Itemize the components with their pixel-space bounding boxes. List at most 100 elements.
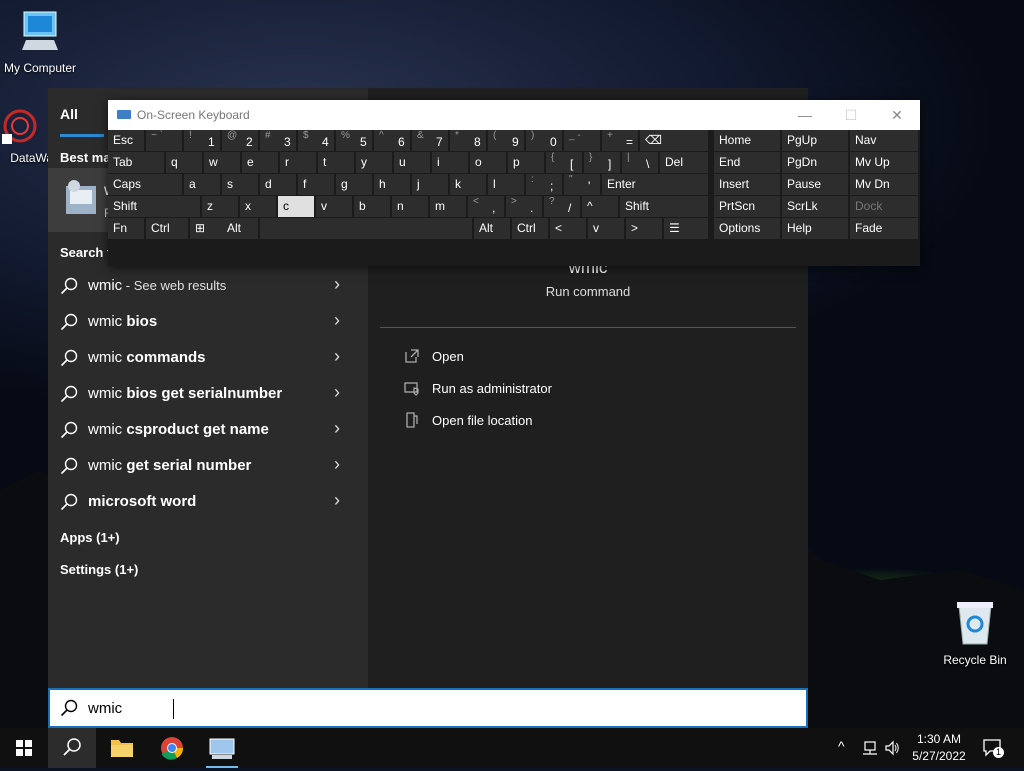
osk-key[interactable]: < — [550, 218, 586, 239]
osk-key[interactable]: >. — [506, 196, 542, 217]
osk-key[interactable]: j — [412, 174, 448, 195]
osk-key[interactable]: ScrLk — [782, 196, 848, 217]
osk-key[interactable]: g — [336, 174, 372, 195]
search-suggestion[interactable]: wmic bios › — [48, 304, 368, 340]
chrome-button[interactable] — [148, 728, 196, 768]
osk-key[interactable]: & 7 — [412, 130, 448, 151]
chevron-right-icon[interactable]: › — [334, 454, 340, 475]
search-suggestion[interactable]: microsoft word › — [48, 484, 368, 520]
tab-all[interactable]: All — [60, 106, 78, 122]
osk-key[interactable]: p — [508, 152, 544, 173]
on-screen-keyboard-taskbar-button[interactable] — [198, 728, 246, 768]
minimize-button[interactable]: — — [782, 100, 828, 130]
osk-key[interactable]: n — [392, 196, 428, 217]
osk-key[interactable]: Mv Up — [850, 152, 918, 173]
osk-key[interactable]: :; — [526, 174, 562, 195]
osk-title-bar[interactable]: On-Screen Keyboard — ☐ ✕ — [108, 100, 920, 130]
osk-key[interactable]: ⌫ — [640, 130, 708, 151]
osk-key[interactable]: b — [354, 196, 390, 217]
osk-key[interactable]: _ - — [564, 130, 600, 151]
osk-key[interactable]: i — [432, 152, 468, 173]
search-suggestion[interactable]: wmic csproduct get name › — [48, 412, 368, 448]
desktop-icon-recycle-bin[interactable]: Recycle Bin — [935, 600, 1015, 667]
clock-time[interactable]: 1:30 AM — [904, 732, 974, 746]
osk-key[interactable]: k — [450, 174, 486, 195]
osk-key[interactable]: | \ — [622, 152, 658, 173]
osk-key[interactable]: Ctrl — [512, 218, 548, 239]
osk-key[interactable]: Esc — [108, 130, 144, 151]
osk-key[interactable]: Tab — [108, 152, 164, 173]
osk-key[interactable]: ^ — [582, 196, 618, 217]
network-icon[interactable] — [862, 740, 878, 756]
osk-key[interactable]: ! 1 — [184, 130, 220, 151]
osk-key[interactable]: ⊞ — [190, 218, 226, 239]
desktop-icon-my-computer[interactable]: My Computer — [0, 10, 80, 75]
osk-key[interactable]: Alt — [474, 218, 510, 239]
osk-key[interactable]: z — [202, 196, 238, 217]
chevron-right-icon[interactable]: › — [334, 418, 340, 439]
osk-key[interactable]: e — [242, 152, 278, 173]
osk-key[interactable]: Dock — [850, 196, 918, 217]
osk-key[interactable]: t — [318, 152, 354, 173]
osk-key[interactable]: > — [626, 218, 662, 239]
osk-key[interactable]: v — [316, 196, 352, 217]
osk-key[interactable] — [260, 218, 472, 239]
notification-center-button[interactable]: 1 — [982, 737, 1004, 759]
osk-key[interactable]: " ' — [564, 174, 600, 195]
chevron-up-icon[interactable]: ^ — [838, 738, 845, 754]
osk-key[interactable]: Mv Dn — [850, 174, 918, 195]
osk-key[interactable]: m — [430, 196, 466, 217]
osk-key[interactable]: f — [298, 174, 334, 195]
osk-key[interactable]: + = — [602, 130, 638, 151]
osk-key[interactable]: Home — [714, 130, 780, 151]
maximize-button[interactable]: ☐ — [828, 100, 874, 130]
osk-key[interactable]: l — [488, 174, 524, 195]
osk-key[interactable]: PrtScn — [714, 196, 780, 217]
search-suggestion[interactable]: wmic - See web results › — [48, 268, 368, 304]
chevron-right-icon[interactable]: › — [334, 490, 340, 511]
osk-key[interactable]: (9 — [488, 130, 524, 151]
osk-key[interactable]: Options — [714, 218, 780, 239]
osk-key[interactable]: ? / — [544, 196, 580, 217]
file-explorer-button[interactable] — [98, 728, 146, 768]
osk-key[interactable]: Nav — [850, 130, 918, 151]
osk-key[interactable]: q — [166, 152, 202, 173]
search-suggestion[interactable]: wmic get serial number › — [48, 448, 368, 484]
chevron-right-icon[interactable]: › — [334, 274, 340, 295]
osk-key[interactable]: r — [280, 152, 316, 173]
osk-key[interactable]: Ctrl — [146, 218, 188, 239]
clock-date[interactable]: 5/27/2022 — [904, 749, 974, 763]
osk-key[interactable]: o — [470, 152, 506, 173]
osk-key[interactable]: Shift — [620, 196, 708, 217]
osk-key[interactable]: }] — [584, 152, 620, 173]
close-button[interactable]: ✕ — [874, 100, 920, 130]
osk-key[interactable]: ^ 6 — [374, 130, 410, 151]
osk-key[interactable]: End — [714, 152, 780, 173]
osk-key[interactable]: c — [278, 196, 314, 217]
osk-key[interactable]: PgUp — [782, 130, 848, 151]
osk-key[interactable]: ☰ — [664, 218, 708, 239]
chevron-right-icon[interactable]: › — [334, 382, 340, 403]
search-suggestion[interactable]: wmic commands › — [48, 340, 368, 376]
search-taskbar-button[interactable] — [48, 728, 96, 768]
osk-key[interactable]: v — [588, 218, 624, 239]
osk-key[interactable]: Enter — [602, 174, 708, 195]
osk-key[interactable]: h — [374, 174, 410, 195]
osk-key[interactable]: w — [204, 152, 240, 173]
osk-key[interactable]: d — [260, 174, 296, 195]
osk-key[interactable]: y — [356, 152, 392, 173]
osk-key[interactable]: PgDn — [782, 152, 848, 173]
settings-group-header[interactable]: Settings (1+) — [60, 562, 138, 577]
osk-key[interactable]: * 8 — [450, 130, 486, 151]
osk-key[interactable]: Pause — [782, 174, 848, 195]
osk-key[interactable]: Caps — [108, 174, 182, 195]
osk-key[interactable]: Fade — [850, 218, 918, 239]
osk-key[interactable]: s — [222, 174, 258, 195]
osk-key[interactable]: a — [184, 174, 220, 195]
osk-key[interactable]: ) 0 — [526, 130, 562, 151]
osk-key[interactable]: {[ — [546, 152, 582, 173]
osk-key[interactable]: Help — [782, 218, 848, 239]
volume-icon[interactable] — [884, 740, 900, 756]
osk-key[interactable]: x — [240, 196, 276, 217]
osk-key[interactable]: Fn — [108, 218, 144, 239]
